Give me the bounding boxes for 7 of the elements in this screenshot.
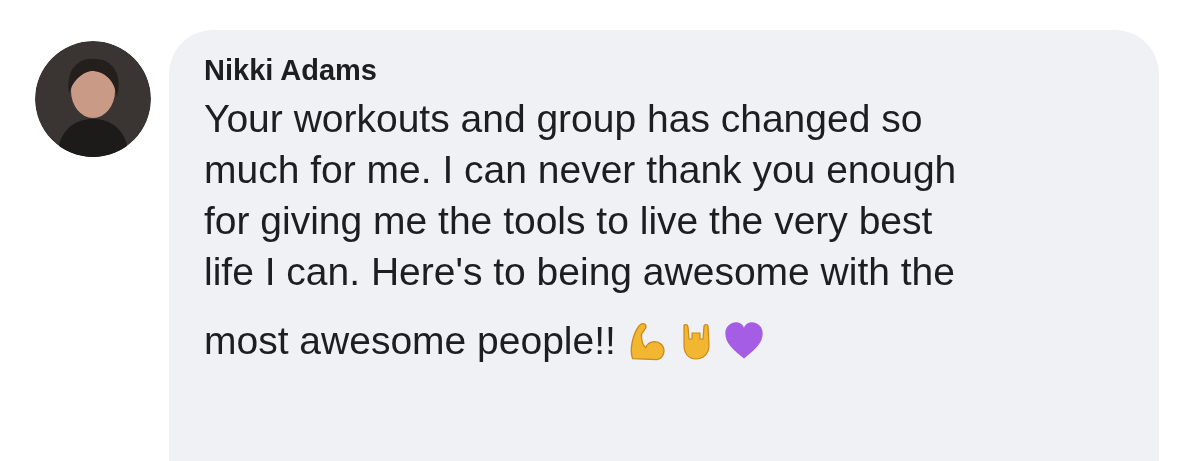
comment-text-line: life I can. Here's to being awesome with the	[204, 249, 955, 295]
author-name: Nikki Adams	[204, 54, 378, 87]
avatar-icon	[35, 41, 151, 157]
comment-text-line: most awesome people!!	[204, 318, 616, 364]
comment-text-line: for giving me the tools to live the very best	[204, 198, 933, 244]
comment-text-line: much for me. I can never thank you enough	[204, 147, 957, 193]
comment-text-line: Your workouts and group has changed so	[204, 96, 923, 142]
